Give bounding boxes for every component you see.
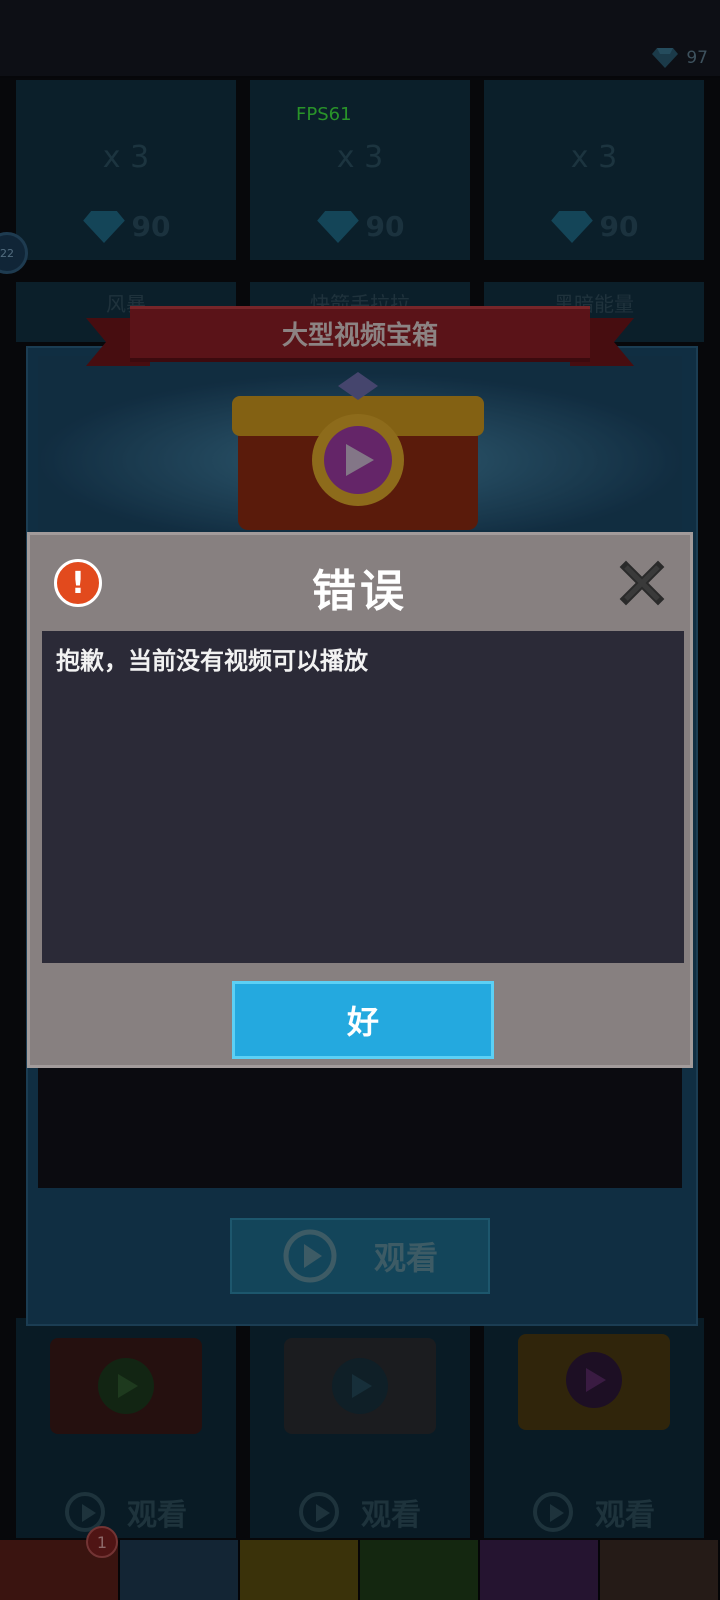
error-dialog: ! 错误 抱歉，当前没有视频可以播放 好 [27, 532, 693, 1068]
ok-label: 好 [346, 1003, 379, 1041]
close-button[interactable] [618, 559, 666, 607]
ok-button[interactable]: 好 [232, 981, 494, 1059]
close-icon [619, 560, 665, 606]
error-message: 抱歉，当前没有视频可以播放 [56, 647, 368, 675]
dialog-title: 错误 [312, 566, 408, 617]
message-box: 抱歉，当前没有视频可以播放 [42, 631, 684, 963]
